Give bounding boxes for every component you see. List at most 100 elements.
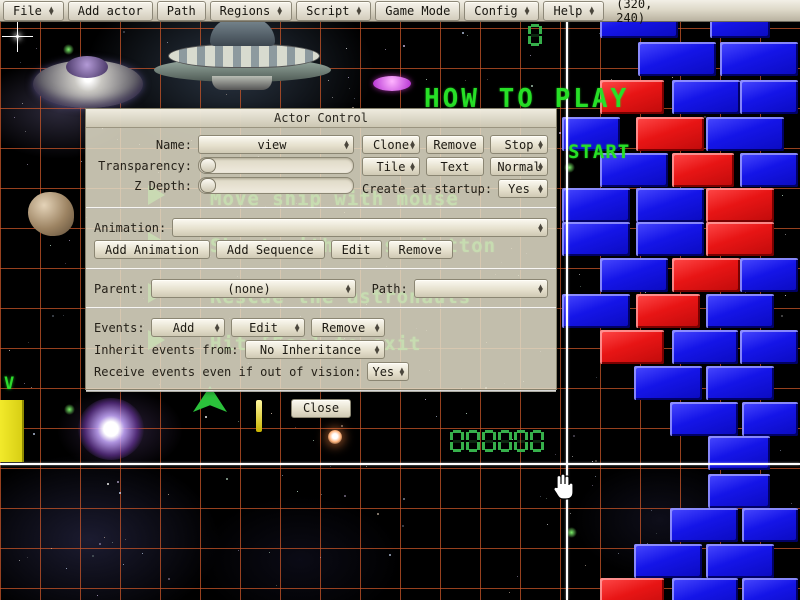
menu-item-game-mode[interactable]: Game Mode [375,1,460,21]
star [33,433,35,435]
add-animation-button[interactable]: Add Animation [94,240,210,259]
star [97,595,98,596]
brick-red[interactable] [636,117,704,151]
parent-path-row: Parent: (none) ▲▼ Path: ▲▼ [94,279,548,298]
brick-blue[interactable] [706,544,774,578]
brick-red[interactable] [706,222,774,256]
menu-item-add-actor[interactable]: Add actor [68,1,153,21]
inherit-events-label: Inherit events from: [94,343,239,357]
star [282,475,283,476]
yellow-block-sprite[interactable] [0,400,24,462]
brick-blue[interactable] [740,330,798,364]
menu-item-path[interactable]: Path [157,1,206,21]
brick-blue[interactable] [636,222,704,256]
star [403,45,405,47]
brick-blue[interactable] [742,578,798,600]
chevron-updown-icon: ▲▼ [538,163,543,171]
brick-blue[interactable] [636,188,704,222]
brick-blue[interactable] [670,402,738,436]
receive-events-combo[interactable]: Yes ▲▼ [367,362,409,381]
brick-blue[interactable] [670,508,738,542]
name-combo[interactable]: view ▲▼ [198,135,354,154]
star [592,461,593,462]
star [69,240,70,241]
inherit-events-combo[interactable]: No Inheritance ▲▼ [245,340,385,359]
star [25,131,26,132]
ufo-small-sprite[interactable] [33,60,143,108]
brick-blue[interactable] [562,294,630,328]
brick-blue[interactable] [706,366,774,400]
brick-blue[interactable] [742,508,798,542]
normal-button[interactable]: Normal ▲▼ [490,157,548,176]
slider-knob[interactable] [200,178,216,193]
brick-blue[interactable] [634,366,702,400]
dialog-divider [86,207,556,209]
menu-item-file[interactable]: File ▲▼ [3,1,64,21]
add-sequence-button[interactable]: Add Sequence [216,240,325,259]
events-remove-label: Remove [322,321,365,335]
brick-blue[interactable] [562,188,630,222]
events-remove-button[interactable]: Remove ▲▼ [311,318,385,337]
ufo-large-sprite[interactable] [150,18,335,96]
brick-blue[interactable] [672,578,738,600]
brick-blue[interactable] [706,117,784,151]
mouse-coordinates-readout: (320, 240) [608,0,660,25]
edit-animation-button[interactable]: Edit [331,240,382,259]
ufo-pink-sprite[interactable] [373,76,411,91]
clone-button[interactable]: Clone ▲▼ [362,135,420,154]
transparency-slider[interactable] [198,157,354,174]
brick-red[interactable] [706,188,774,222]
remove-button[interactable]: Remove [426,135,484,154]
stop-button[interactable]: Stop ▲▼ [490,135,548,154]
menu-item-help[interactable]: Help ▲▼ [543,1,604,21]
brick-red[interactable] [672,153,734,187]
chevron-updown-icon: ▲▼ [525,7,530,15]
text-button[interactable]: Text [426,157,484,176]
asteroid-sprite[interactable] [28,192,74,236]
events-edit-button[interactable]: Edit ▲▼ [231,318,305,337]
slider-knob[interactable] [200,158,216,173]
parent-combo[interactable]: (none) ▲▼ [151,279,356,298]
star [645,292,646,293]
animation-row: Animation: ▲▼ [94,218,548,237]
brick-blue[interactable] [672,80,740,114]
create-at-startup-combo[interactable]: Yes ▲▼ [498,179,548,198]
star [104,537,105,538]
brick-blue[interactable] [742,402,798,436]
events-add-button[interactable]: Add ▲▼ [151,318,225,337]
brick-blue[interactable] [720,42,798,76]
brick-blue[interactable] [638,42,716,76]
menu-item-script[interactable]: Script ▲▼ [296,1,371,21]
actor-actions-row-2: Tile ▲▼ Text Normal ▲▼ [362,157,548,176]
brick-red[interactable] [636,294,700,328]
guide-line-horizontal [0,463,800,465]
close-button[interactable]: Close [291,399,351,418]
zdepth-slider[interactable] [198,177,354,194]
star [50,245,51,246]
brick-blue[interactable] [706,294,774,328]
actor-control-dialog[interactable]: Actor Control Name: view ▲▼ Transparency… [85,108,557,390]
star [295,427,296,428]
brick-blue[interactable] [634,544,702,578]
menu-item-config[interactable]: Config ▲▼ [464,1,539,21]
star [349,88,350,89]
path-combo[interactable]: ▲▼ [414,279,548,298]
close-label: Close [303,401,339,415]
brick-blue[interactable] [708,474,770,508]
brick-blue[interactable] [600,258,668,292]
brick-blue[interactable] [740,80,798,114]
star [547,524,548,525]
brick-red[interactable] [600,330,664,364]
brick-red[interactable] [672,258,740,292]
brick-blue[interactable] [562,222,630,256]
brick-red[interactable] [600,578,664,600]
menu-item-regions[interactable]: Regions ▲▼ [210,1,292,21]
chevron-updown-icon: ▲▼ [410,163,415,171]
brick-blue[interactable] [740,258,798,292]
tile-button[interactable]: Tile ▲▼ [362,157,420,176]
animation-combo[interactable]: ▲▼ [172,218,548,237]
brick-blue[interactable] [672,330,738,364]
remove-animation-button[interactable]: Remove [388,240,453,259]
dialog-section-events: Events: Add ▲▼ Edit ▲▼ Remove ▲▼ Inherit… [86,311,556,388]
brick-blue[interactable] [740,153,798,187]
